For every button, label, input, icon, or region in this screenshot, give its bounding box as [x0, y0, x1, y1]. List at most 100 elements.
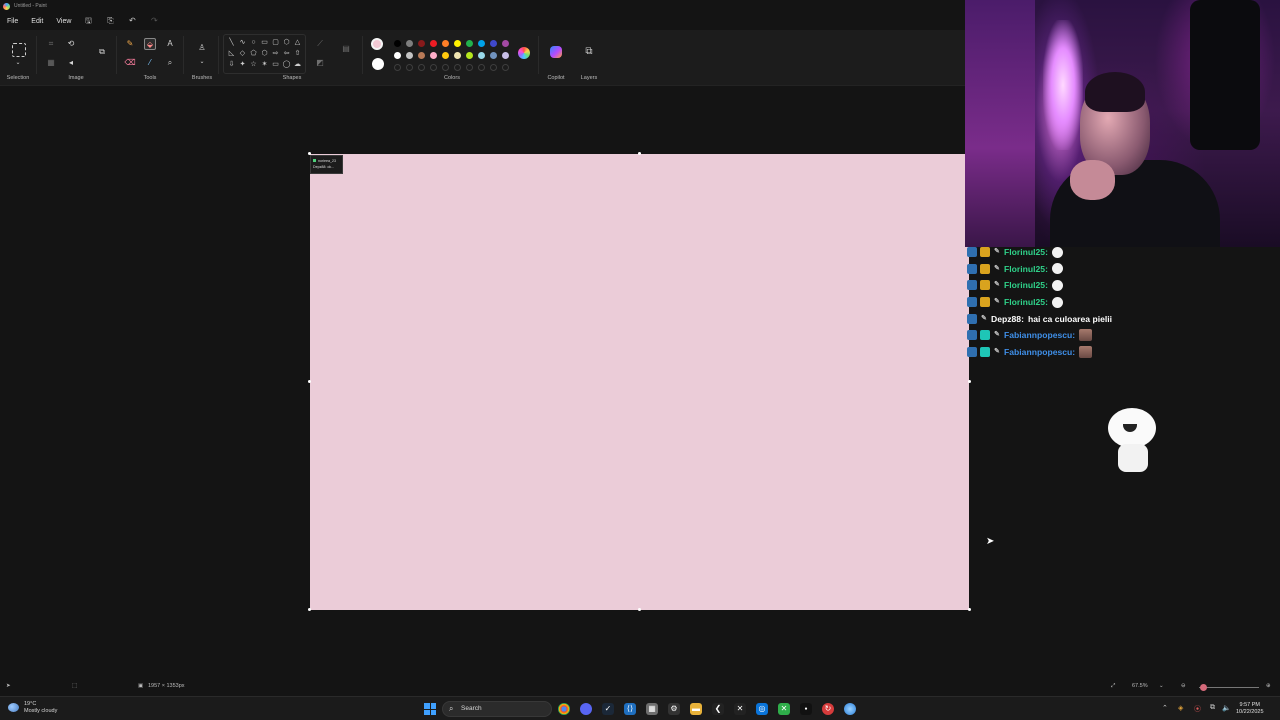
star-six-shape-icon[interactable]: ✶ — [259, 59, 270, 70]
eraser-icon[interactable]: ⌫ — [124, 57, 136, 69]
app-icon[interactable]: ◎ — [756, 703, 768, 715]
undo-icon[interactable]: ↶ — [127, 16, 137, 26]
callout-rect-shape-icon[interactable]: ▭ — [270, 59, 281, 70]
magnifier-icon[interactable]: ⌕ — [164, 57, 176, 69]
star-five-shape-icon[interactable]: ☆ — [248, 59, 259, 70]
redo-icon[interactable]: ↷ — [149, 16, 159, 26]
color-swatch[interactable] — [478, 52, 485, 59]
chat-username[interactable]: Florinul25: — [1004, 264, 1048, 274]
resize-handle-bottom-right[interactable] — [968, 608, 971, 611]
custom-color-slot[interactable] — [478, 64, 485, 71]
app-icon[interactable]: ⚙ — [668, 703, 680, 715]
menu-edit[interactable]: Edit — [24, 18, 49, 25]
zoom-in-icon[interactable]: ⊕ — [1266, 683, 1271, 689]
resize-icon[interactable]: ⧉ — [96, 46, 108, 58]
chevron-down-icon[interactable]: ⌄ — [1159, 683, 1164, 689]
custom-color-slot[interactable] — [502, 64, 509, 71]
fill-style-icon[interactable]: ◩ — [314, 57, 326, 69]
zoom-level[interactable]: 67.5% — [1132, 683, 1148, 689]
text-icon[interactable]: A — [164, 38, 176, 50]
color-swatch[interactable] — [490, 40, 497, 47]
chrome-icon[interactable] — [558, 703, 570, 715]
network-icon[interactable]: ⧉ — [1210, 704, 1215, 712]
steam-icon[interactable]: ✓ — [602, 703, 614, 715]
paint-icon[interactable] — [844, 703, 856, 715]
resize-handle-top[interactable] — [638, 152, 641, 155]
epic-games-icon[interactable]: ✕ — [734, 703, 746, 715]
resize-handle-left[interactable] — [308, 380, 311, 383]
callout-cloud-shape-icon[interactable]: ☁ — [292, 59, 303, 70]
diamond-shape-icon[interactable]: ◇ — [237, 48, 248, 59]
oval-shape-icon[interactable]: ○ — [248, 37, 259, 48]
flip-icon[interactable]: ◂ — [65, 57, 77, 69]
chat-username[interactable]: Fabiannpopescu: — [1004, 347, 1075, 357]
color-swatch[interactable] — [502, 40, 509, 47]
pentagon-shape-icon[interactable]: ⬠ — [248, 48, 259, 59]
vscode-icon[interactable]: ⟨⟩ — [624, 703, 636, 715]
arrow-left-shape-icon[interactable]: ⇦ — [281, 48, 292, 59]
resize-handle-bottom[interactable] — [638, 608, 641, 611]
rounded-rectangle-shape-icon[interactable]: ▢ — [270, 37, 281, 48]
tray-chevron-up-icon[interactable]: ⌃ — [1162, 704, 1168, 712]
file-explorer-icon[interactable]: ▬ — [690, 703, 702, 715]
taskbar-search[interactable]: ⌕ Search — [442, 701, 552, 717]
app-icon[interactable]: ❮ — [712, 703, 724, 715]
zoom-out-icon[interactable]: ⊖ — [1181, 683, 1186, 689]
share-icon[interactable]: ⎘ — [105, 16, 115, 26]
rotate-icon[interactable]: ⟲ — [65, 38, 77, 50]
resize-handle-bottom-left[interactable] — [308, 608, 311, 611]
color-swatch[interactable] — [466, 40, 473, 47]
color-swatch[interactable] — [418, 40, 425, 47]
chat-username[interactable]: Florinul25: — [1004, 297, 1048, 307]
secondary-color[interactable] — [372, 58, 384, 70]
pencil-icon[interactable]: ✎ — [124, 38, 136, 50]
chat-username[interactable]: Depz88: — [991, 314, 1024, 324]
color-swatch[interactable] — [406, 52, 413, 59]
color-swatch[interactable] — [394, 52, 401, 59]
custom-color-slot[interactable] — [466, 64, 473, 71]
star-four-shape-icon[interactable]: ✦ — [237, 59, 248, 70]
zoom-slider-handle[interactable] — [1200, 684, 1207, 691]
chat-username[interactable]: Florinul25: — [1004, 247, 1048, 257]
color-swatch[interactable] — [406, 40, 413, 47]
custom-color-slot[interactable] — [430, 64, 437, 71]
copilot-icon[interactable] — [550, 46, 562, 58]
color-swatch[interactable] — [454, 52, 461, 59]
save-icon[interactable]: 🖫 — [83, 16, 93, 26]
color-swatch[interactable] — [442, 52, 449, 59]
resize-handle-right[interactable] — [968, 380, 971, 383]
zoom-slider[interactable] — [1199, 687, 1259, 688]
custom-color-slot[interactable] — [418, 64, 425, 71]
custom-color-slot[interactable] — [442, 64, 449, 71]
arrow-down-shape-icon[interactable]: ⇩ — [226, 59, 237, 70]
hexagon-shape-icon[interactable]: ⬡ — [259, 48, 270, 59]
color-swatch[interactable] — [394, 40, 401, 47]
menu-file[interactable]: File — [0, 18, 24, 25]
custom-color-slot[interactable] — [394, 64, 401, 71]
weather-widget[interactable]: 19°C Mostly cloudy — [8, 701, 57, 715]
chat-username[interactable]: Fabiannpopescu: — [1004, 330, 1075, 340]
layers-icon[interactable]: ⧉ — [583, 46, 595, 58]
primary-color[interactable] — [371, 38, 383, 50]
fill-icon[interactable]: ⬙ — [144, 38, 156, 50]
callout-oval-shape-icon[interactable]: ◯ — [281, 59, 292, 70]
outline-icon[interactable]: ⟋ — [314, 38, 326, 50]
start-button[interactable] — [424, 703, 436, 715]
color-swatch[interactable] — [454, 40, 461, 47]
shape-style-icon[interactable]: ▤ — [340, 43, 352, 55]
fit-to-window-icon[interactable]: ⤢ — [1111, 683, 1115, 690]
color-swatch[interactable] — [418, 52, 425, 59]
rectangle-shape-icon[interactable]: ▭ — [259, 37, 270, 48]
tray-app-icon[interactable]: ◈ — [1178, 704, 1183, 712]
menu-view[interactable]: View — [49, 18, 77, 25]
minecraft-icon[interactable]: ▦ — [646, 703, 658, 715]
custom-color-slot[interactable] — [490, 64, 497, 71]
color-swatch[interactable] — [430, 40, 437, 47]
polygon-shape-icon[interactable]: ⬡ — [281, 37, 292, 48]
arrow-up-shape-icon[interactable]: ⇧ — [292, 48, 303, 59]
color-swatch[interactable] — [502, 52, 509, 59]
color-swatch[interactable] — [490, 52, 497, 59]
discord-icon[interactable] — [580, 703, 592, 715]
chat-username[interactable]: Florinul25: — [1004, 280, 1048, 290]
chevron-down-icon[interactable]: ⌄ — [12, 57, 24, 69]
